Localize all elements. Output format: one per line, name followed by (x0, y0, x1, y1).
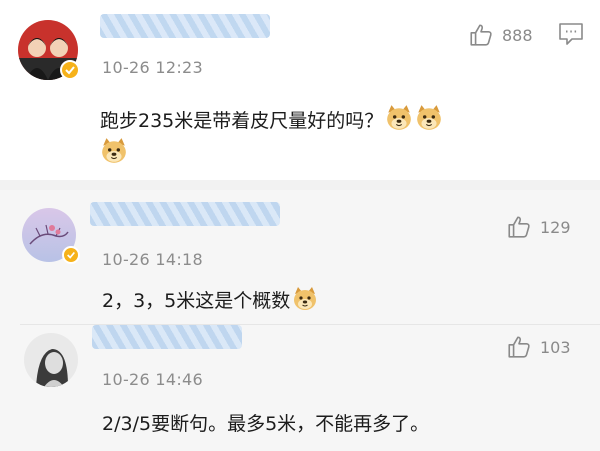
doge-emoji-icon (100, 137, 128, 165)
username-blurred[interactable] (100, 14, 270, 38)
reply-item: 10-26 14:46 103 2/3/5要断句。最多5米，不能再多了。 (0, 325, 600, 451)
reply-text: 2/3/5要断句。最多5米，不能再多了。 (102, 413, 430, 435)
username-blurred[interactable] (90, 202, 280, 226)
comment-time: 10-26 12:23 (102, 58, 203, 77)
like-button[interactable]: 129 (506, 214, 571, 240)
avatar[interactable] (24, 333, 78, 387)
username-blurred[interactable] (92, 325, 242, 349)
comment-icon[interactable] (558, 22, 584, 46)
like-button[interactable]: 888 (468, 22, 533, 48)
reply-time: 10-26 14:46 (102, 370, 203, 389)
verified-badge-icon (60, 60, 80, 80)
reply-item: 10-26 14:18 129 2，3，5米这是个概数 (0, 190, 600, 320)
doge-emoji-icon (415, 104, 443, 132)
doge-emoji-icon (292, 286, 318, 312)
thumbs-up-icon (506, 214, 532, 240)
like-count: 103 (540, 337, 571, 357)
verified-badge-icon (62, 246, 80, 264)
like-button[interactable]: 103 (506, 334, 571, 360)
thumbs-up-icon (506, 334, 532, 360)
main-comment: 10-26 12:23 888 跑步235米是带着皮尺量好的吗？ (0, 0, 600, 180)
replies-section: 10-26 14:18 129 2，3，5米这是个概数 10-26 14:46 … (0, 190, 600, 451)
thumbs-up-icon (468, 22, 494, 48)
comment-text: 跑步235米是带着皮尺量好的吗？ (100, 104, 570, 170)
doge-emoji-icon (385, 104, 413, 132)
reply-time: 10-26 14:18 (102, 250, 203, 269)
like-count: 129 (540, 217, 571, 237)
section-divider (0, 180, 600, 190)
reply-text: 2，3，5米这是个概数 (102, 286, 318, 313)
like-count: 888 (502, 25, 533, 45)
